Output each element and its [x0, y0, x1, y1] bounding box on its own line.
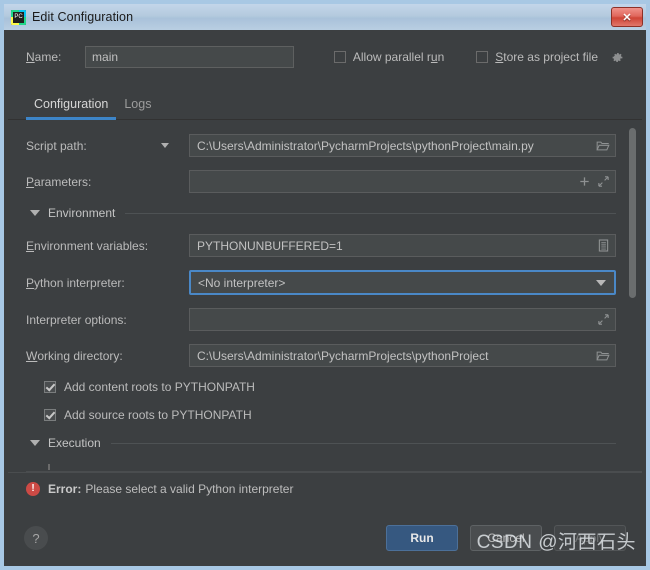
working-directory-label: Working directory: — [26, 348, 123, 363]
clipped-checkbox-row — [48, 464, 616, 470]
environment-section-title: Environment — [48, 206, 116, 220]
python-interpreter-value: <No interpreter> — [198, 275, 286, 290]
apply-button[interactable]: Apply — [554, 525, 626, 551]
add-source-roots-checkbox[interactable]: Add source roots to PYTHONPATH — [44, 408, 616, 422]
environment-section-header[interactable]: Environment — [26, 206, 616, 220]
working-directory-row: Working directory: C:\Users\Administrato… — [26, 344, 616, 367]
list-icon[interactable] — [595, 238, 611, 254]
interpreter-options-label: Interpreter options: — [26, 312, 127, 327]
name-label-rest: ame: — [34, 50, 62, 64]
execution-section-title: Execution — [48, 436, 101, 450]
pycharm-icon: PC — [11, 9, 26, 25]
error-label: Error: — [48, 481, 82, 496]
vertical-scrollbar[interactable] — [629, 126, 636, 464]
section-divider — [125, 212, 616, 214]
tab-logs[interactable]: Logs — [116, 97, 159, 119]
error-bar: ! Error: Please select a valid Python in… — [8, 472, 642, 504]
allow-parallel-run-label: Allow parallel run — [352, 50, 445, 64]
interpreter-options-field[interactable] — [189, 308, 616, 331]
tab-configuration[interactable]: Configuration — [26, 97, 117, 120]
plus-icon[interactable] — [576, 174, 592, 190]
gear-icon[interactable] — [611, 51, 624, 64]
script-path-value: C:\Users\Administrator\PycharmProjects\p… — [197, 138, 534, 153]
add-content-roots-label: Add content roots to PYTHONPATH — [64, 380, 255, 394]
error-icon: ! — [26, 481, 40, 496]
name-row: Name: Allow parallel run Store as projec… — [8, 34, 642, 80]
script-path-label: Script path: — [26, 139, 189, 153]
add-content-roots-box[interactable] — [44, 381, 56, 393]
folder-icon[interactable] — [595, 348, 611, 364]
interpreter-options-row: Interpreter options: — [26, 308, 616, 331]
window-title: Edit Configuration — [32, 10, 134, 24]
help-button[interactable]: ? — [24, 526, 48, 550]
working-directory-field[interactable]: C:\Users\Administrator\PycharmProjects\p… — [189, 344, 616, 367]
name-input[interactable] — [85, 46, 294, 68]
scroll-area-divider — [26, 471, 642, 472]
parameters-row: Parameters: — [26, 170, 616, 193]
close-icon[interactable]: ✕ — [611, 7, 643, 27]
environment-variables-field[interactable]: PYTHONUNBUFFERED=1 — [189, 234, 616, 257]
store-as-project-file-label: Store as project file — [495, 50, 598, 64]
python-interpreter-row: Python interpreter: <No interpreter> — [26, 270, 616, 295]
section-divider — [110, 442, 616, 444]
script-path-row: Script path: C:\Users\Administrator\Pych… — [26, 134, 616, 157]
add-source-roots-box[interactable] — [44, 409, 56, 421]
dialog-content: Name: Allow parallel run Store as projec… — [8, 34, 642, 562]
environment-variables-label: Environment variables: — [26, 238, 149, 253]
allow-parallel-run-checkbox[interactable]: Allow parallel run — [333, 50, 445, 64]
add-content-roots-checkbox[interactable]: Add content roots to PYTHONPATH — [44, 380, 616, 394]
environment-variables-value: PYTHONUNBUFFERED=1 — [197, 238, 343, 253]
chevron-down-icon[interactable] — [596, 279, 606, 286]
clipped-checkbox[interactable] — [48, 464, 50, 470]
name-label: Name: — [26, 50, 85, 64]
name-label-mnemonic: N — [26, 50, 35, 64]
cancel-button[interactable]: Cancel — [470, 525, 542, 551]
store-as-project-file-box[interactable] — [476, 51, 489, 63]
store-as-project-file-checkbox[interactable]: Store as project file — [476, 50, 624, 64]
run-button[interactable]: Run — [386, 525, 458, 551]
title-bar: PC Edit Configuration ✕ — [4, 4, 646, 30]
chevron-down-icon[interactable] — [30, 210, 40, 216]
parameters-field[interactable] — [189, 170, 616, 193]
expand-icon[interactable] — [595, 312, 611, 328]
error-message: Please select a valid Python interpreter — [85, 481, 294, 496]
edit-configuration-dialog: PC Edit Configuration ✕ Name: Allow para… — [0, 0, 650, 570]
add-source-roots-label: Add source roots to PYTHONPATH — [64, 408, 252, 422]
folder-icon[interactable] — [595, 138, 611, 154]
expand-icon[interactable] — [595, 174, 611, 190]
working-directory-value: C:\Users\Administrator\PycharmProjects\p… — [197, 348, 489, 363]
python-interpreter-label: Python interpreter: — [26, 275, 125, 290]
python-interpreter-combobox[interactable]: <No interpreter> — [189, 270, 616, 295]
chevron-down-icon[interactable] — [30, 440, 40, 446]
tab-bar: Configuration Logs — [8, 88, 642, 120]
configuration-form-scroll-area: Script path: C:\Users\Administrator\Pych… — [8, 120, 642, 472]
execution-section-header[interactable]: Execution — [26, 436, 616, 450]
allow-parallel-run-box[interactable] — [333, 51, 346, 63]
scrollbar-thumb[interactable] — [629, 128, 636, 298]
environment-variables-row: Environment variables: PYTHONUNBUFFERED=… — [26, 234, 616, 257]
dialog-footer: ? Run Cancel Apply — [8, 514, 642, 562]
script-path-field[interactable]: C:\Users\Administrator\PycharmProjects\p… — [189, 134, 616, 157]
parameters-label: Parameters: — [26, 174, 92, 189]
chevron-down-icon[interactable] — [161, 143, 169, 148]
